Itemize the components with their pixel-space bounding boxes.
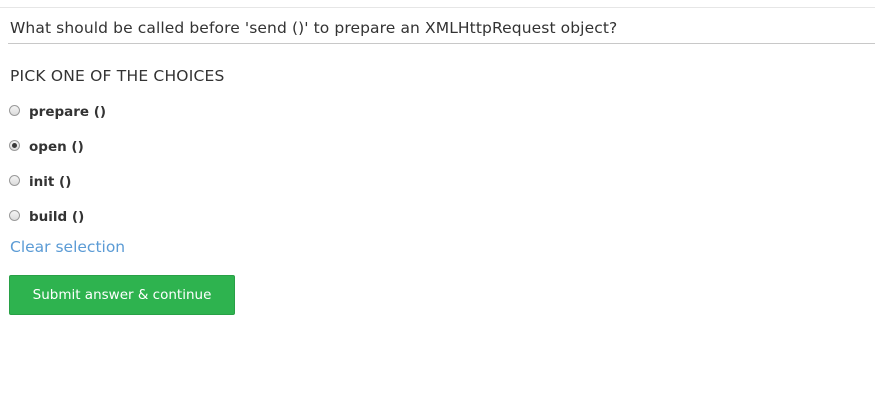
- choice-init[interactable]: init (): [9, 172, 71, 192]
- radio-button-init[interactable]: [9, 175, 20, 186]
- radio-button-build[interactable]: [9, 210, 20, 221]
- choices-heading: PICK ONE OF THE CHOICES: [10, 67, 225, 85]
- quiz-page: What should be called before 'send ()' t…: [0, 0, 875, 418]
- choice-open[interactable]: open (): [9, 137, 84, 157]
- submit-answer-button[interactable]: Submit answer & continue: [9, 275, 235, 315]
- clear-selection-link[interactable]: Clear selection: [10, 238, 125, 256]
- choice-build[interactable]: build (): [9, 207, 84, 227]
- choice-prepare[interactable]: prepare (): [9, 102, 106, 122]
- choice-label: build (): [29, 209, 85, 225]
- question-text: What should be called before 'send ()' t…: [10, 19, 618, 37]
- choice-label: open (): [29, 139, 84, 155]
- choice-label: init (): [29, 174, 72, 190]
- radio-button-prepare[interactable]: [9, 105, 20, 116]
- question-divider: [8, 43, 875, 44]
- top-divider: [0, 7, 875, 8]
- radio-button-open[interactable]: [9, 140, 20, 151]
- choice-label: prepare (): [29, 104, 107, 120]
